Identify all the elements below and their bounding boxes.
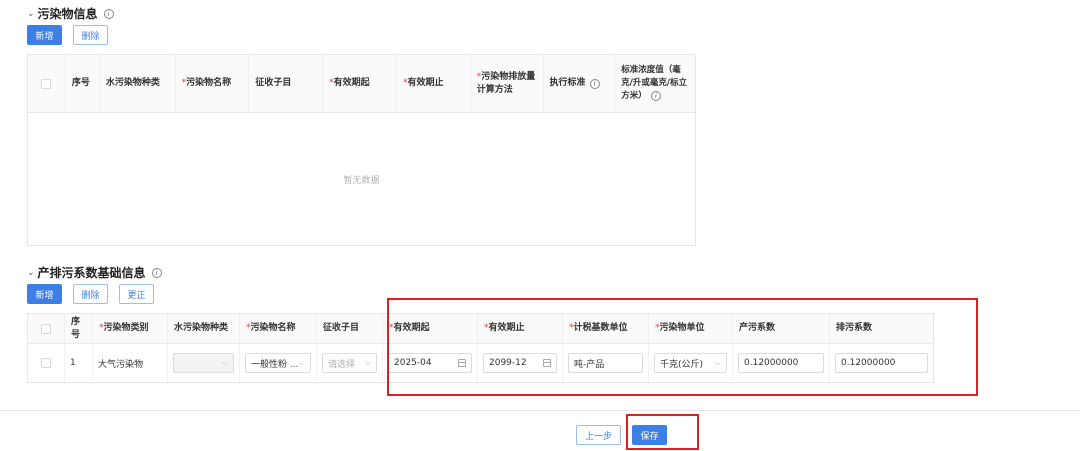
info-icon[interactable]: i	[589, 78, 600, 89]
chevron-down-icon: ⌵	[364, 358, 371, 367]
emission-factor-title: 产排污系数基础信息	[37, 266, 146, 280]
sub-item-cell: 请选择 ⌵	[317, 344, 383, 382]
col-valid-from: *有效期起	[323, 55, 397, 112]
water-type-cell: ⌵	[168, 344, 240, 382]
row-index: 1	[65, 344, 93, 382]
emission-factor-header: ⌄ 产排污系数基础信息 i	[27, 264, 162, 281]
factor-delete-button[interactable]: 删除	[73, 284, 108, 304]
col-calc-method: *污染物排放量计算方法	[471, 55, 544, 112]
factor-correct-button[interactable]: 更正	[119, 284, 154, 304]
col-category: *污染物类别	[93, 314, 168, 343]
pollutant-table: 序号 水污染物种类 *污染物名称 征收子目 *有效期起 *有效期止 *污染物排放…	[27, 54, 696, 246]
highlight-box	[387, 298, 978, 396]
info-icon[interactable]: i	[151, 267, 162, 278]
col-valid-to: *有效期止	[397, 55, 471, 112]
row-category: 大气污染物	[93, 344, 168, 382]
sub-item-select[interactable]: 请选择 ⌵	[322, 353, 377, 373]
chevron-down-icon[interactable]: ⌄	[27, 268, 35, 278]
col-sub-item: 征收子目	[249, 55, 324, 112]
empty-state: 暂无数据	[343, 175, 380, 186]
col-index: 序号	[66, 55, 100, 112]
select-all-checkbox[interactable]	[28, 55, 66, 112]
chevron-down-icon: ⌵	[298, 358, 305, 367]
pollutant-add-button[interactable]: 新增	[27, 25, 62, 45]
pollutant-delete-button[interactable]: 删除	[73, 25, 108, 45]
col-standard: 执行标准 i	[544, 55, 616, 112]
chevron-down-icon: ⌵	[221, 358, 228, 367]
col-water-type: 水污染物种类	[100, 55, 176, 112]
pollutant-table-header: 序号 水污染物种类 *污染物名称 征收子目 *有效期起 *有效期止 *污染物排放…	[28, 55, 695, 113]
pollutant-name-select[interactable]: 一般性粉 ... ⌵	[245, 353, 311, 373]
col-pollutant-name: *污染物名称	[176, 55, 250, 112]
factor-add-button[interactable]: 新增	[27, 284, 62, 304]
col-water-type: 水污染物种类	[168, 314, 240, 343]
pollutant-info-title: 污染物信息	[37, 7, 98, 21]
info-icon[interactable]: i	[103, 8, 114, 19]
prev-step-button[interactable]: 上一步	[576, 425, 621, 445]
chevron-down-icon[interactable]: ⌄	[27, 9, 35, 19]
col-pollutant-name: *污染物名称	[240, 314, 317, 343]
pollutant-name-cell: 一般性粉 ... ⌵	[240, 344, 317, 382]
col-index: 序号	[65, 314, 93, 343]
select-all-checkbox[interactable]	[28, 314, 65, 343]
col-standard-concentration: 标准浓度值（毫克/升或毫克/标立方米） i	[621, 65, 687, 101]
info-icon[interactable]: i	[650, 91, 661, 101]
save-highlight-box	[626, 414, 699, 450]
pollutant-info-header: ⌄ 污染物信息 i	[27, 5, 114, 22]
water-type-select: ⌵	[173, 353, 234, 373]
footer-divider	[0, 410, 1080, 411]
col-sub-item: 征收子目	[317, 314, 383, 343]
row-checkbox[interactable]	[28, 344, 65, 382]
